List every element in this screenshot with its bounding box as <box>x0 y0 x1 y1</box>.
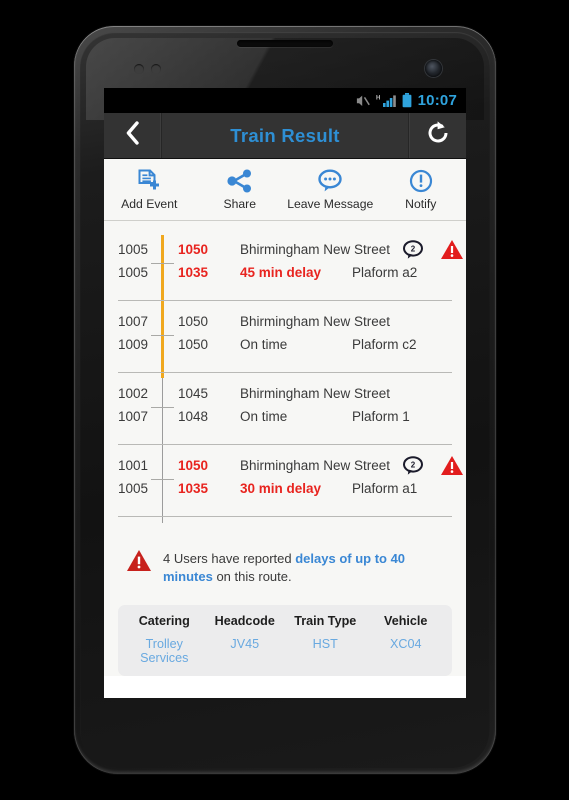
back-button[interactable] <box>104 113 162 158</box>
estimated-departure: 1035 <box>178 265 209 280</box>
refresh-button[interactable] <box>408 113 466 158</box>
scheduled-arrival: 1005 <box>118 242 149 257</box>
refresh-icon <box>425 120 451 151</box>
scheduled-departure: 1005 <box>118 481 149 496</box>
column-header-headcode: Headcode <box>214 613 275 628</box>
alert-banner: 4 Users have reported delays of up to 40… <box>104 533 466 601</box>
action-toolbar: Add Event Share Leave Message Notify <box>104 159 466 221</box>
destination: Bhirmingham New Street <box>240 314 391 329</box>
info-table-value-row: Trolley Services JV45 HST XC04 <box>124 637 446 665</box>
document-add-icon <box>137 168 161 194</box>
scheduled-arrival: 1001 <box>118 458 149 473</box>
screen-filler <box>104 675 466 698</box>
value-vehicle[interactable]: XC04 <box>366 637 447 665</box>
share-icon <box>227 168 253 194</box>
destination: Bhirmingham New Street <box>240 386 391 401</box>
estimated-departure: 1035 <box>178 481 209 496</box>
leave-message-label: Leave Message <box>287 197 374 211</box>
warning-triangle-icon[interactable] <box>440 239 464 265</box>
scheduled-departure: 1009 <box>118 337 149 352</box>
front-camera <box>425 60 442 77</box>
column-header-vehicle: Vehicle <box>384 613 428 628</box>
table-row[interactable]: 1007 1050 Bhirmingham New Street 1009 10… <box>104 301 466 373</box>
info-table-wrap: Catering Headcode Train Type Vehicle Tro… <box>104 600 466 676</box>
nav-title-area: Train Result <box>162 113 408 158</box>
status-text: 30 min delay <box>240 481 322 496</box>
share-button[interactable]: Share <box>195 168 286 211</box>
estimated-departure: 1050 <box>178 337 209 352</box>
warning-triangle-icon <box>126 549 152 577</box>
mute-icon <box>355 94 370 108</box>
alert-circle-icon <box>409 168 433 194</box>
platform-text: Plaform 1 <box>352 409 410 424</box>
value-catering[interactable]: Trolley Services <box>124 637 205 665</box>
row-divider <box>118 516 452 517</box>
proximity-sensor <box>134 64 168 74</box>
platform-text: Plaform a2 <box>352 265 418 280</box>
message-count: 2 <box>411 460 416 469</box>
scheduled-departure: 1007 <box>118 409 149 424</box>
message-count-badge-icon[interactable]: 2 <box>402 455 424 481</box>
status-text: On time <box>240 337 288 352</box>
nav-bar: Train Result <box>104 113 466 159</box>
column-header-catering: Catering <box>138 613 190 628</box>
alert-banner-text: 4 Users have reported delays of up to 40… <box>163 549 446 587</box>
notify-button[interactable]: Notify <box>376 168 467 211</box>
platform-text: Plaform c2 <box>352 337 417 352</box>
value-train-type[interactable]: HST <box>285 637 366 665</box>
scheduled-arrival: 1007 <box>118 314 149 329</box>
svg-text:H: H <box>376 96 380 102</box>
chevron-left-icon <box>125 121 140 150</box>
message-count: 2 <box>411 244 416 253</box>
warning-triangle-icon[interactable] <box>440 455 464 481</box>
status-text: On time <box>240 409 288 424</box>
leave-message-button[interactable]: Leave Message <box>285 168 376 211</box>
signal-bars-h-icon: H <box>376 93 396 108</box>
page-title: Train Result <box>230 124 340 146</box>
notify-label: Notify <box>405 197 437 211</box>
scheduled-departure: 1005 <box>118 265 149 280</box>
table-row[interactable]: 1005 1050 Bhirmingham New Street 1005 10… <box>104 229 466 301</box>
train-info-table: Catering Headcode Train Type Vehicle Tro… <box>118 604 452 676</box>
phone-screen: H 10:07 Train Result Add Event Share Lea… <box>104 88 466 698</box>
message-count-badge-icon[interactable]: 2 <box>402 239 424 265</box>
column-header-train-type: Train Type <box>294 613 357 628</box>
status-text: 45 min delay <box>240 265 322 280</box>
platform-text: Plaform a1 <box>352 481 418 496</box>
earpiece-speaker <box>237 40 333 47</box>
message-bubble-icon <box>317 168 343 194</box>
add-event-button[interactable]: Add Event <box>104 168 195 211</box>
table-row[interactable]: 1002 1045 Bhirmingham New Street 1007 10… <box>104 373 466 445</box>
table-row[interactable]: 1001 1050 Bhirmingham New Street 1005 10… <box>104 445 466 517</box>
info-table-header-row: Catering Headcode Train Type Vehicle <box>124 614 446 637</box>
estimated-arrival: 1050 <box>178 458 209 473</box>
estimated-arrival: 1050 <box>178 314 209 329</box>
alert-text-before: 4 Users have reported <box>163 551 296 566</box>
status-bar: H 10:07 <box>104 88 466 113</box>
value-headcode[interactable]: JV45 <box>205 637 286 665</box>
scheduled-arrival: 1002 <box>118 386 149 401</box>
add-event-label: Add Event <box>121 197 178 211</box>
share-label: Share <box>223 197 257 211</box>
train-results-list: 1005 1050 Bhirmingham New Street 1005 10… <box>104 221 466 533</box>
alert-text-after: on this route. <box>212 569 292 585</box>
estimated-arrival: 1050 <box>178 242 209 257</box>
estimated-arrival: 1045 <box>178 386 209 401</box>
battery-icon <box>402 93 412 108</box>
status-clock: 10:07 <box>417 92 457 109</box>
estimated-departure: 1048 <box>178 409 209 424</box>
